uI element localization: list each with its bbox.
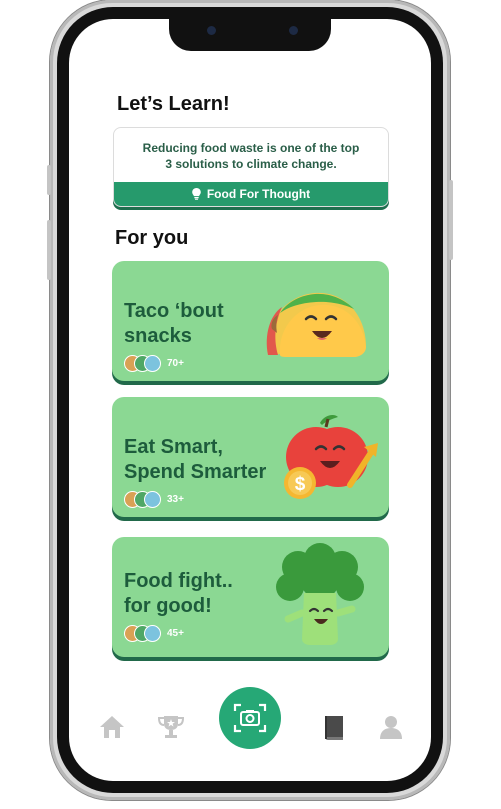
participant-avatars: 70+ <box>124 355 184 372</box>
avatar <box>144 355 161 372</box>
card-title: Food fight.. for good! <box>124 569 294 619</box>
apple-money-icon: $ <box>284 415 378 499</box>
app-screen: Let’s Learn! Reducing food waste is one … <box>69 19 431 781</box>
trophy-icon[interactable] <box>158 715 184 739</box>
power-button <box>449 180 453 260</box>
section-title-for-you: For you <box>115 227 189 249</box>
fact-line-1: Reducing food waste is one of the top <box>142 141 360 155</box>
footer-label: Food For Thought <box>206 187 311 201</box>
sensor-icon <box>207 26 216 35</box>
home-icon[interactable] <box>99 715 125 739</box>
card-title: Eat Smart, Spend Smarter <box>124 435 294 485</box>
card-food-fight[interactable]: Food fight.. for good! 45+ <box>112 537 389 657</box>
participant-count: 70+ <box>167 358 184 369</box>
taco-icon <box>266 292 366 357</box>
volume-up-button <box>47 220 51 280</box>
camera-lens-icon <box>289 26 298 35</box>
bottom-nav <box>69 679 431 759</box>
camera-scan-button[interactable] <box>219 687 281 749</box>
broccoli-icon <box>276 543 364 645</box>
notch <box>169 19 331 51</box>
bulb-icon <box>192 188 201 200</box>
card-eat-smart[interactable]: Eat Smart, Spend Smarter 33+ $ <box>112 397 389 517</box>
participant-avatars: 45+ <box>124 625 184 642</box>
card-title-line-1: Food fight.. <box>124 570 233 592</box>
phone-frame: Let’s Learn! Reducing food waste is one … <box>47 0 453 800</box>
fact-footer[interactable]: Food For Thought <box>114 182 388 206</box>
participant-count: 33+ <box>167 494 184 505</box>
card-title-line-2: for good! <box>124 595 212 617</box>
avatar <box>144 491 161 508</box>
book-icon[interactable] <box>323 715 345 741</box>
participant-avatars: 33+ <box>124 491 184 508</box>
fact-line-2: 3 solutions to climate change. <box>165 157 337 171</box>
profile-icon[interactable] <box>379 715 403 739</box>
card-title-line-2: Spend Smarter <box>124 461 267 483</box>
card-taco-bout-snacks[interactable]: Taco ‘bout snacks 70+ <box>112 261 389 381</box>
section-title-learn: Let’s Learn! <box>117 93 230 115</box>
participant-count: 45+ <box>167 628 184 639</box>
mute-switch <box>47 165 51 195</box>
fact-card[interactable]: Reducing food waste is one of the top 3 … <box>113 127 389 207</box>
svg-text:$: $ <box>295 474 306 495</box>
card-title-line-1: Eat Smart, <box>124 436 223 458</box>
fact-text: Reducing food waste is one of the top 3 … <box>130 140 372 172</box>
avatar <box>144 625 161 642</box>
camera-scan-icon <box>233 703 267 733</box>
